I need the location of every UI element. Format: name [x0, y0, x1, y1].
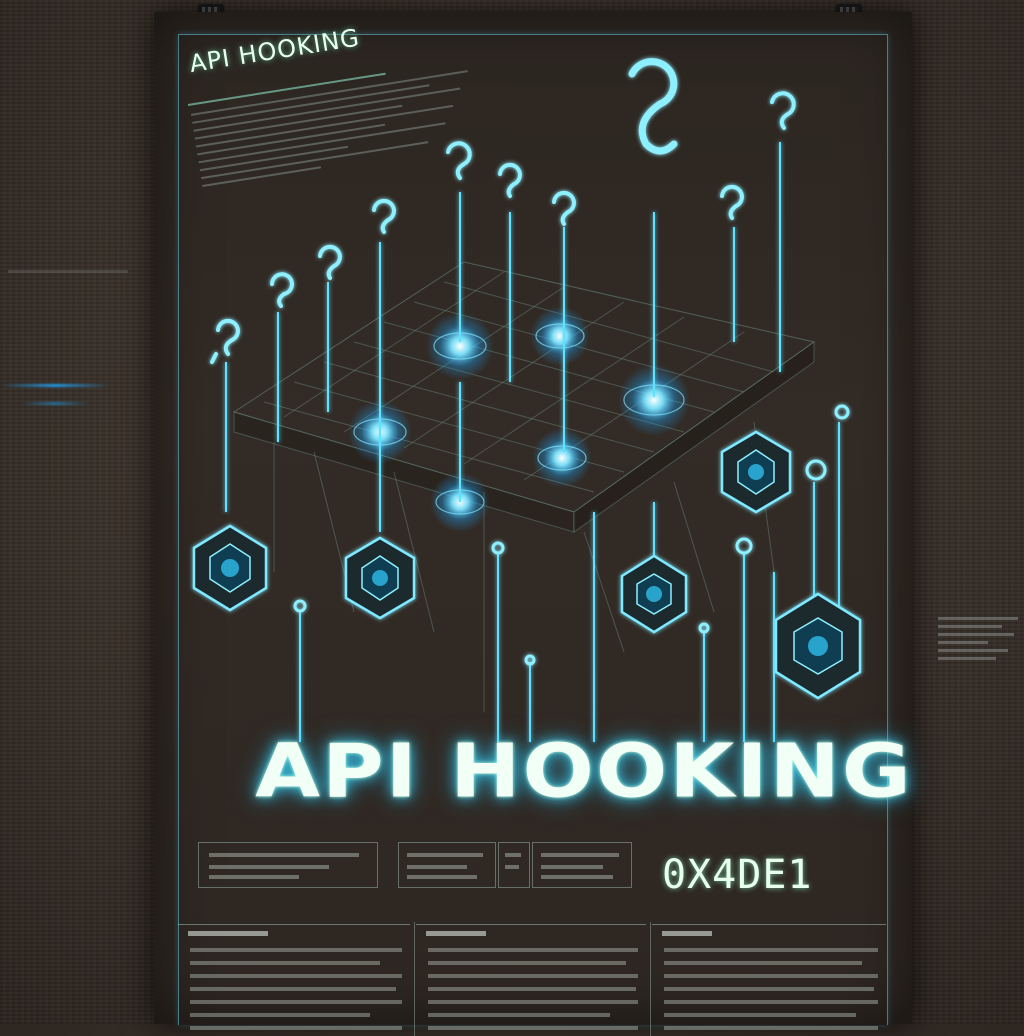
chip-icon — [620, 554, 688, 634]
hook-icon — [720, 184, 744, 220]
hook-icon — [552, 190, 576, 226]
spec-box — [198, 842, 378, 888]
hook-icon — [628, 58, 678, 155]
main-title: API HOOKING — [255, 727, 913, 815]
hook-icon — [318, 244, 342, 280]
chip-icon — [774, 592, 862, 700]
hex-code-label: 0X4DE1 — [662, 852, 813, 898]
chip-icon — [720, 430, 792, 514]
hook-icon — [805, 459, 827, 481]
hook-icon — [270, 272, 294, 308]
wall-note — [938, 612, 1018, 665]
spec-box — [498, 842, 530, 888]
column-heading — [178, 924, 410, 939]
column-heading — [416, 924, 646, 939]
hook-icon — [524, 654, 536, 666]
text-column — [652, 918, 886, 1030]
hook-icon — [372, 198, 396, 234]
column-heading — [652, 924, 886, 939]
hook-icons — [210, 58, 850, 666]
hook-icon — [446, 141, 472, 180]
text-column — [416, 918, 646, 1030]
hook-icon — [498, 162, 522, 198]
wall-glow-streak — [0, 384, 110, 387]
hook-icon — [735, 537, 753, 555]
chip-icon — [192, 524, 268, 612]
spec-box — [398, 842, 496, 888]
wall-note — [8, 265, 128, 278]
spec-box — [532, 842, 632, 888]
column-divider — [414, 922, 415, 1036]
poster: API HOOKING API HOOKING 0X4DE1 — [154, 12, 912, 1036]
chip-icon — [344, 536, 416, 620]
hook-icon — [698, 622, 710, 634]
hook-icon — [293, 599, 307, 613]
hook-icon — [770, 91, 796, 130]
hook-icon — [834, 404, 850, 420]
column-divider — [650, 922, 651, 1036]
wall-glow-streak — [20, 402, 90, 405]
hook-icon — [491, 541, 505, 555]
text-column — [178, 918, 410, 1030]
hook-icon — [210, 318, 240, 364]
